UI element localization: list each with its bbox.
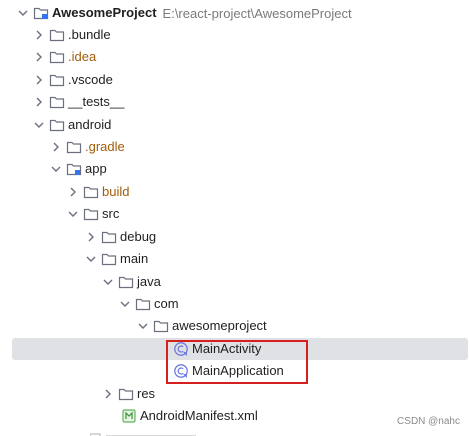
chevron-placeholder (156, 342, 170, 356)
folder-icon (66, 139, 82, 155)
tree-label: .gradle (85, 139, 125, 154)
chevron-right-icon[interactable] (49, 140, 63, 154)
xml-file-icon (121, 408, 137, 424)
module-folder-icon (33, 5, 49, 21)
chevron-down-icon[interactable] (66, 207, 80, 221)
chevron-down-icon[interactable] (118, 297, 132, 311)
tree-label: src (102, 206, 120, 221)
tree-label: .vscode (68, 72, 113, 87)
tree-label: app (85, 161, 107, 176)
tree-row-android[interactable]: android (12, 114, 468, 136)
tree-label: AndroidManifest.xml (140, 408, 258, 423)
chevron-down-icon[interactable] (32, 118, 46, 132)
folder-icon (49, 117, 65, 133)
folder-icon (118, 274, 134, 290)
tree-label: .idea (68, 49, 97, 64)
tree-row-main[interactable]: main (12, 248, 468, 270)
tree-row-gradle[interactable]: .gradle (12, 136, 468, 158)
folder-icon (118, 386, 134, 402)
chevron-down-icon[interactable] (136, 319, 150, 333)
folder-icon (153, 318, 169, 334)
project-name: AwesomeProject (52, 5, 157, 20)
project-path: E:\react-project\AwesomeProject (162, 5, 352, 21)
tree-row-java[interactable]: java (12, 271, 468, 293)
tree-row-debug[interactable]: debug (12, 226, 468, 248)
chevron-right-icon[interactable] (84, 230, 98, 244)
tree-label: __tests__ (68, 94, 125, 109)
kotlin-class-icon (173, 341, 189, 357)
tree-label: java (137, 274, 161, 289)
folder-icon (101, 251, 117, 267)
folder-icon (49, 49, 65, 65)
folder-icon (135, 296, 151, 312)
watermark: CSDN @nahc (397, 416, 460, 427)
tree-label: debug (120, 229, 157, 244)
folder-icon (83, 184, 99, 200)
module-folder-icon (66, 161, 82, 177)
tree-label: build (102, 184, 130, 199)
chevron-down-icon[interactable] (101, 275, 115, 289)
tree-row-root[interactable]: AwesomeProject E:\react-project\AwesomeP… (12, 2, 468, 24)
folder-icon (49, 72, 65, 88)
tree-row-awesomeproject[interactable]: awesomeproject (12, 315, 468, 337)
tree-row-bundle[interactable]: .bundle (12, 24, 468, 46)
tree-row-vscode[interactable]: .vscode (12, 69, 468, 91)
tree-row-com[interactable]: com (12, 293, 468, 315)
chevron-right-icon[interactable] (101, 387, 115, 401)
tree-row-mainactivity[interactable]: MainActivity (12, 338, 468, 360)
tree-row-build[interactable]: build (12, 181, 468, 203)
tree-label: com (154, 296, 179, 311)
tree-row-app[interactable]: app (12, 158, 468, 180)
tree-label: MainActivity (192, 341, 262, 356)
tree-row-idea[interactable]: .idea (12, 46, 468, 68)
kotlin-class-icon (173, 363, 189, 379)
chevron-right-icon[interactable] (66, 185, 80, 199)
chevron-right-icon[interactable] (32, 73, 46, 87)
tree-row-res[interactable]: res (12, 383, 468, 405)
project-tree: AwesomeProject E:\react-project\AwesomeP… (0, 0, 470, 436)
chevron-right-icon[interactable] (32, 28, 46, 42)
folder-icon (49, 27, 65, 43)
tree-row-src[interactable]: src (12, 203, 468, 225)
chevron-down-icon[interactable] (16, 6, 30, 20)
chevron-down-icon[interactable] (49, 162, 63, 176)
tree-label: android (68, 117, 112, 132)
tree-label: main (120, 251, 149, 266)
chevron-right-icon[interactable] (32, 95, 46, 109)
chevron-down-icon[interactable] (84, 252, 98, 266)
tree-label: res (137, 386, 156, 401)
tree-label: .bundle (68, 27, 111, 42)
chevron-placeholder (104, 409, 118, 423)
folder-icon (101, 229, 117, 245)
tree-label: awesomeproject (172, 318, 267, 333)
tree-row-mainapplication[interactable]: MainApplication (12, 360, 468, 382)
tree-row-tests[interactable]: __tests__ (12, 91, 468, 113)
chevron-placeholder (156, 364, 170, 378)
folder-icon (49, 94, 65, 110)
tree-label: MainApplication (192, 363, 284, 378)
chevron-right-icon[interactable] (32, 50, 46, 64)
folder-icon (83, 206, 99, 222)
